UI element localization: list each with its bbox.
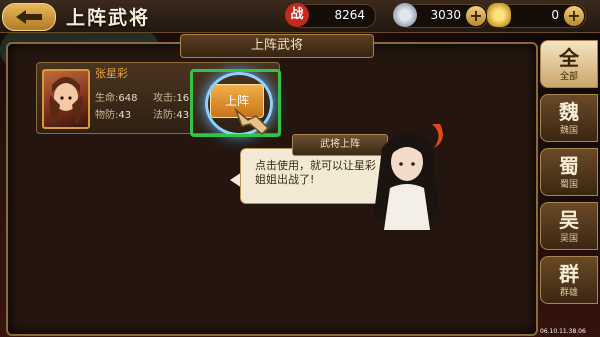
coin-display: 3030 +	[393, 3, 488, 28]
hero-name: 张星彩	[95, 67, 128, 80]
faction-tab-wu[interactable]: 吴 吴国	[540, 202, 598, 250]
faction-tab-shu[interactable]: 蜀 蜀国	[540, 148, 598, 196]
page-title: 上阵武将	[66, 7, 151, 29]
hero-attack: 攻击:16	[153, 93, 190, 104]
faction-tab-wu-label: 吴国	[559, 234, 578, 244]
guide-character-icon	[374, 124, 443, 230]
gold-display: 0 +	[487, 3, 586, 28]
coin-value: 3030	[430, 8, 461, 22]
power-value: 8264	[334, 8, 365, 22]
faction-tab-wei-glyph: 魏	[559, 100, 579, 124]
timestamp: 06.10.11.38.06	[540, 328, 586, 335]
gold-ingot-icon	[487, 3, 511, 27]
faction-tab-wei[interactable]: 魏 魏国	[540, 94, 598, 142]
faction-tab-all[interactable]: 全 全部	[540, 40, 598, 88]
battle-power-icon: 战	[285, 3, 309, 27]
faction-tab-qun[interactable]: 群 群雄	[540, 256, 598, 304]
hero-magic-defense: 法防:43	[153, 110, 190, 121]
top-bar: 上阵武将 战 8264 3030 + 0 +	[0, 0, 600, 33]
faction-tab-wei-label: 魏国	[559, 126, 578, 136]
coin-icon	[393, 3, 417, 27]
faction-tab-qun-label: 群雄	[559, 288, 578, 298]
gold-value: 0	[551, 8, 559, 22]
faction-tab-shu-label: 蜀国	[559, 180, 578, 190]
pointing-hand-icon	[234, 107, 270, 136]
add-coins-button[interactable]: +	[466, 6, 486, 26]
hero-avatar-icon	[49, 77, 83, 125]
faction-tab-all-glyph: 全	[559, 46, 579, 70]
hero-hp: 生命:648	[95, 93, 138, 104]
back-arrow-icon	[16, 10, 42, 24]
add-gold-button[interactable]: +	[564, 6, 584, 26]
faction-tab-all-label: 全部	[559, 72, 578, 82]
hero-physical-defense: 物防:43	[95, 110, 132, 121]
back-button[interactable]	[2, 3, 56, 31]
faction-tab-qun-glyph: 群	[559, 262, 579, 286]
power-display: 战 8264	[285, 3, 376, 28]
faction-tab-wu-glyph: 吴	[559, 208, 579, 232]
panel-title: 上阵武将	[180, 34, 374, 58]
hero-portrait	[42, 69, 90, 129]
faction-tab-shu-glyph: 蜀	[559, 154, 579, 178]
